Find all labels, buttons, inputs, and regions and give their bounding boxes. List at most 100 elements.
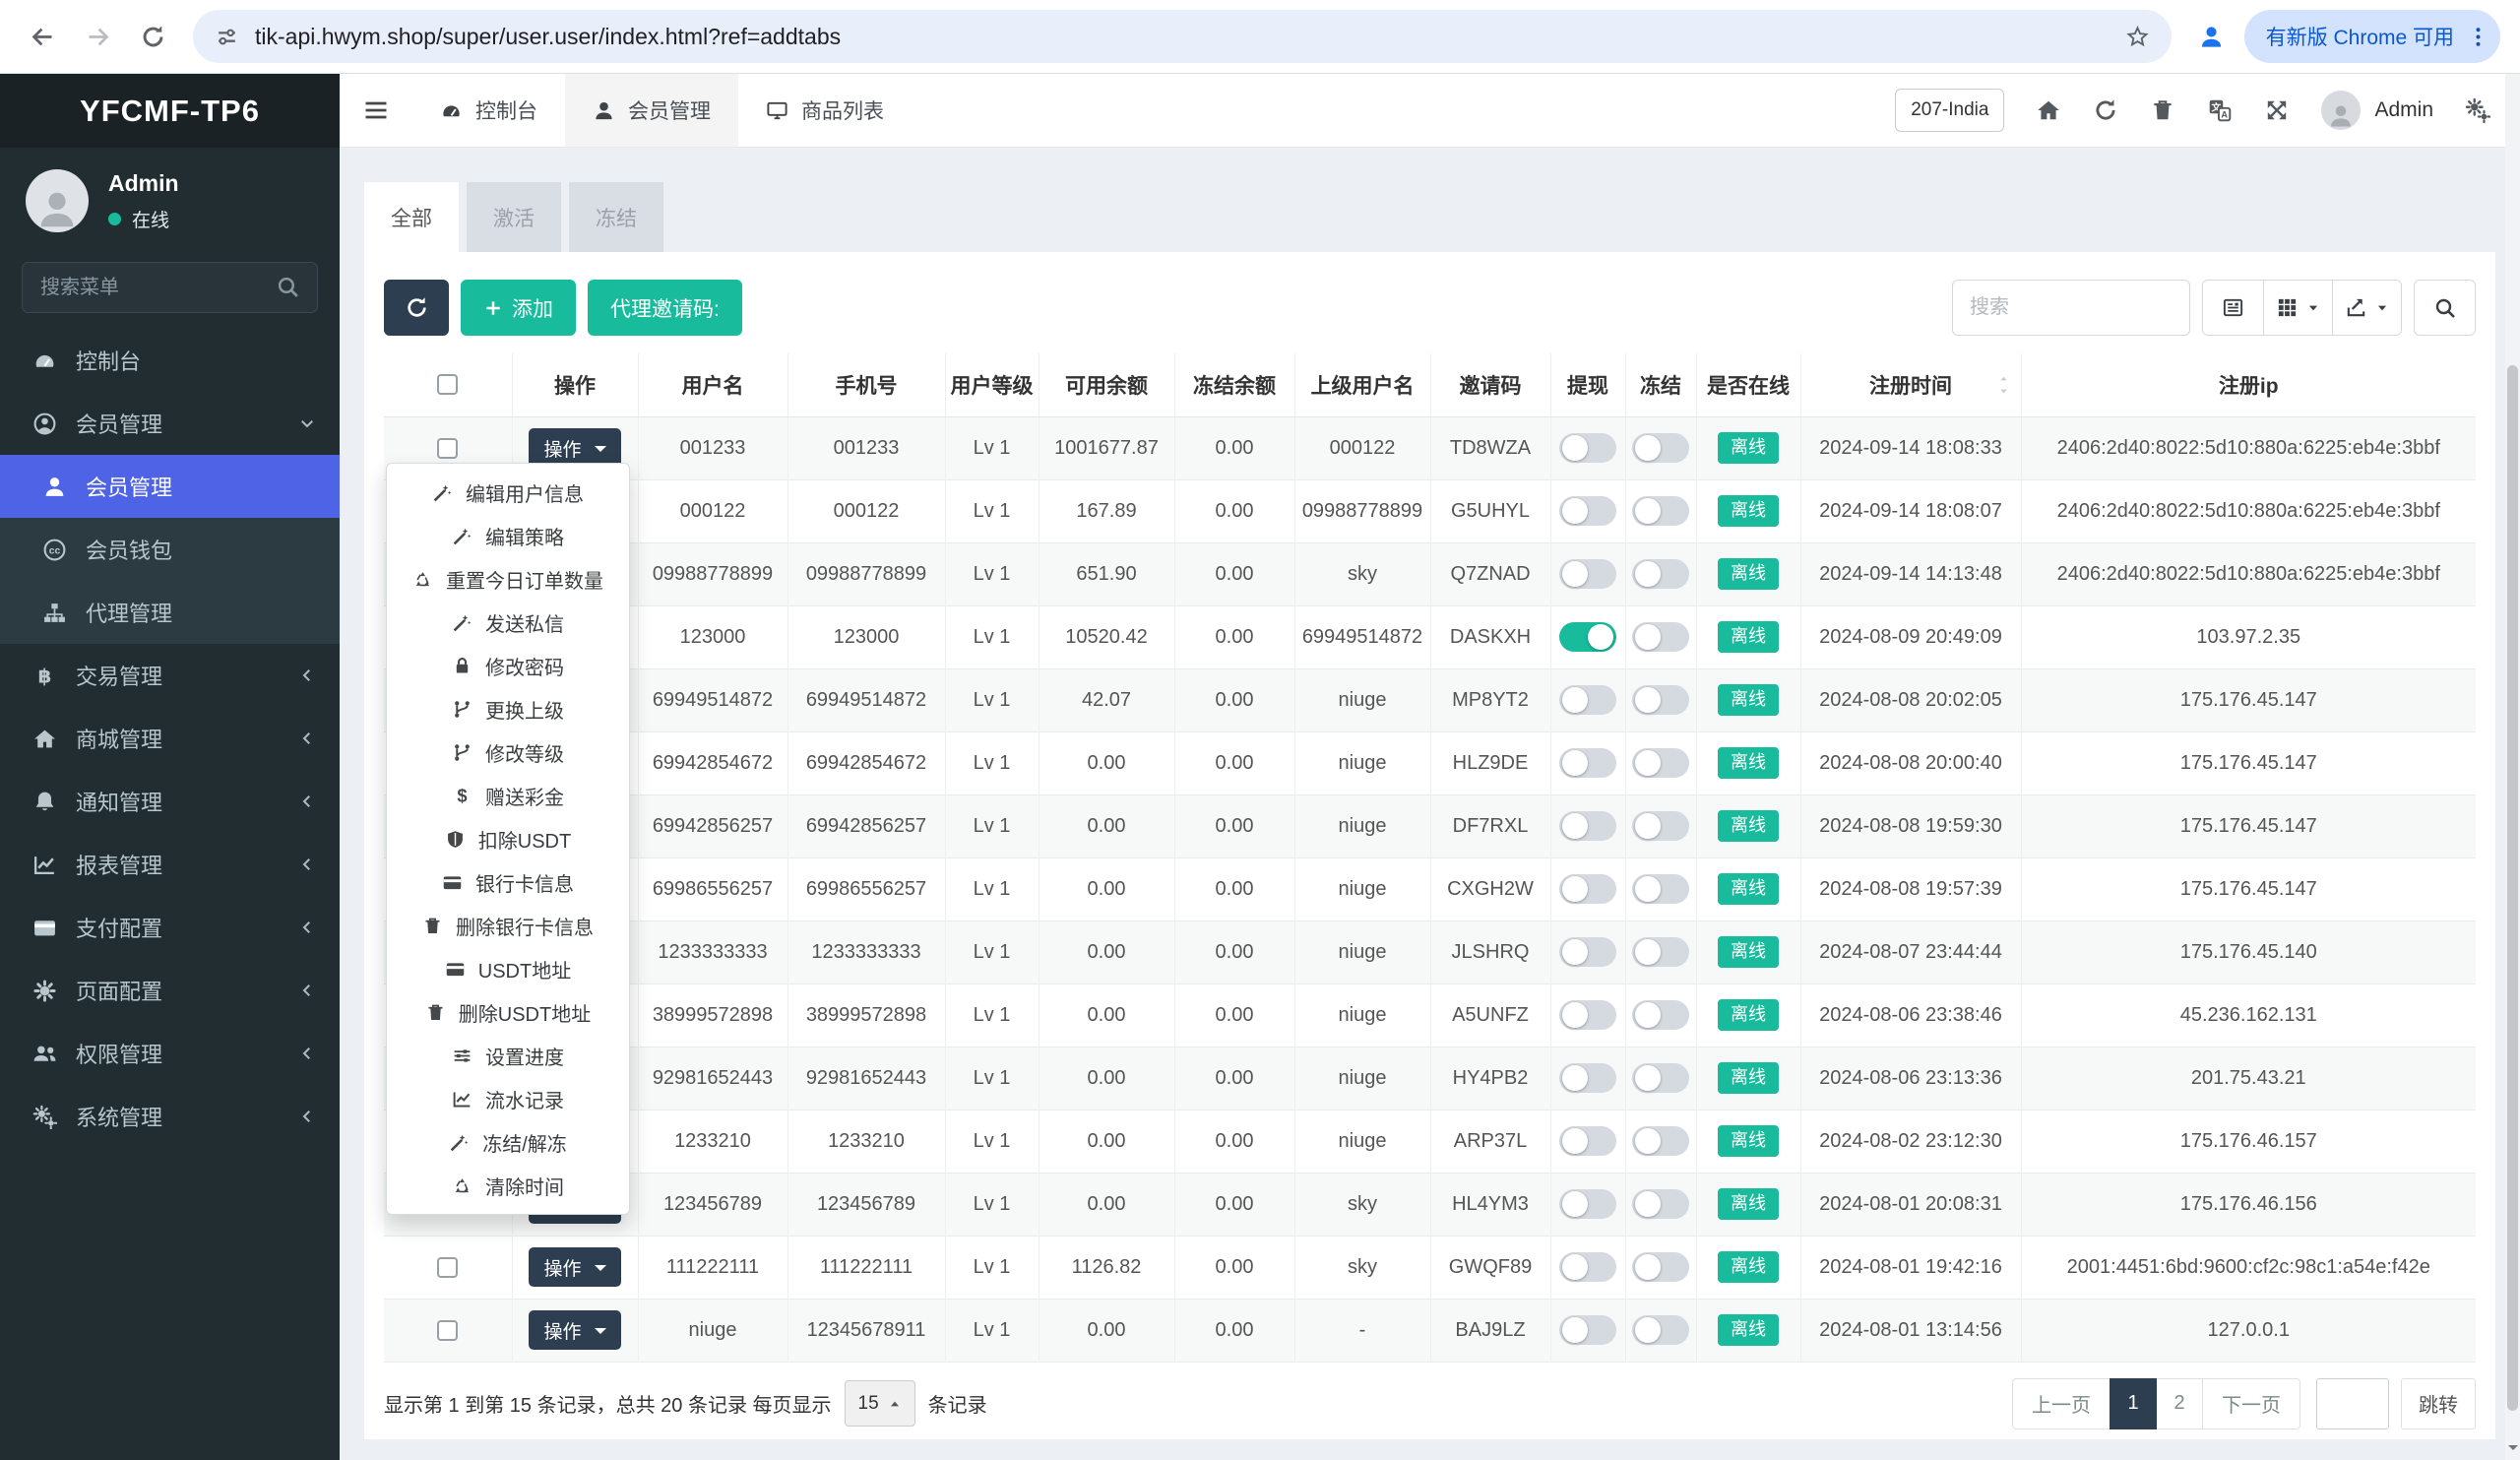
nav-tab[interactable]: 控制台 [412, 74, 565, 147]
withdraw-toggle[interactable] [1559, 811, 1616, 841]
sidebar-item[interactable]: 控制台 [0, 329, 340, 392]
url-bar[interactable]: tik-api.hwym.shop/super/user.user/index.… [193, 10, 2172, 63]
sidebar-search-input[interactable] [22, 262, 318, 313]
freeze-toggle[interactable] [1632, 622, 1689, 652]
filter-tab[interactable]: 全部 [364, 182, 459, 252]
dropdown-item[interactable]: 修改密码 [387, 644, 629, 687]
sidebar-item[interactable]: 通知管理 [0, 770, 340, 833]
op-dropdown-button[interactable]: 操作 [529, 428, 621, 468]
freeze-toggle[interactable] [1632, 874, 1689, 904]
filter-tab[interactable]: 激活 [467, 182, 561, 252]
refresh-icon[interactable] [2093, 97, 2118, 123]
translate-icon[interactable]: 文A [2207, 97, 2233, 123]
withdraw-toggle[interactable] [1559, 937, 1616, 967]
nav-tab[interactable]: 商品列表 [738, 74, 912, 147]
sidebar-item[interactable]: ฿ 交易管理 [0, 644, 340, 707]
withdraw-toggle[interactable] [1559, 1000, 1616, 1030]
op-dropdown-button[interactable]: 操作 [529, 1310, 621, 1350]
nav-tab[interactable]: 会员管理 [565, 74, 738, 147]
freeze-toggle[interactable] [1632, 433, 1689, 463]
freeze-toggle[interactable] [1632, 1252, 1689, 1282]
detail-view-button[interactable] [2203, 281, 2264, 335]
sidebar-item[interactable]: 代理管理 [0, 581, 340, 644]
navbar-user-menu[interactable]: Admin [2321, 91, 2433, 130]
dropdown-item[interactable]: 银行卡信息 [387, 860, 629, 904]
browser-reload-icon[interactable] [130, 14, 175, 59]
sidebar-item[interactable]: 权限管理 [0, 1022, 340, 1085]
sidebar-item[interactable]: 系统管理 [0, 1085, 340, 1148]
trash-icon[interactable] [2150, 97, 2175, 123]
dropdown-item[interactable]: 删除银行卡信息 [387, 904, 629, 947]
filter-tab[interactable]: 冻结 [569, 182, 663, 252]
dropdown-item[interactable]: 修改等级 [387, 730, 629, 774]
page-number-button[interactable]: 2 [2156, 1377, 2203, 1429]
site-info-icon[interactable] [215, 25, 239, 49]
freeze-toggle[interactable] [1632, 496, 1689, 526]
scrollbar[interactable] [2505, 74, 2520, 1460]
prev-page-button[interactable]: 上一页 [2012, 1377, 2110, 1429]
search-submit-button[interactable] [2414, 280, 2476, 336]
page-size-select[interactable]: 15 [844, 1380, 915, 1427]
freeze-toggle[interactable] [1632, 559, 1689, 589]
table-search-input[interactable] [1952, 280, 2190, 336]
select-all-checkbox[interactable] [437, 374, 459, 396]
sort-control[interactable] [1996, 373, 2011, 397]
env-button[interactable]: 207-India [1895, 89, 2005, 132]
page-number-button[interactable]: 1 [2110, 1377, 2157, 1429]
freeze-toggle[interactable] [1632, 748, 1689, 778]
withdraw-toggle[interactable] [1559, 559, 1616, 589]
dropdown-item[interactable]: USDT地址 [387, 947, 629, 990]
withdraw-toggle[interactable] [1559, 496, 1616, 526]
dropdown-item[interactable]: $ 赠送彩金 [387, 774, 629, 817]
browser-back-icon[interactable] [20, 14, 65, 59]
withdraw-toggle[interactable] [1559, 1126, 1616, 1156]
dropdown-item[interactable]: 编辑用户信息 [387, 471, 629, 514]
dropdown-item[interactable]: 清除时间 [387, 1164, 629, 1207]
sidebar-item[interactable]: 页面配置 [0, 959, 340, 1022]
browser-forward-icon[interactable] [75, 14, 120, 59]
freeze-toggle[interactable] [1632, 1126, 1689, 1156]
row-checkbox[interactable] [437, 1256, 459, 1278]
freeze-toggle[interactable] [1632, 1000, 1689, 1030]
columns-button[interactable] [2264, 281, 2333, 335]
jump-page-input[interactable] [2316, 1377, 2389, 1429]
sidebar-item[interactable]: 会员管理 [0, 455, 340, 518]
sidebar-toggle-icon[interactable] [340, 74, 412, 147]
add-button[interactable]: 添加 [461, 280, 576, 336]
withdraw-toggle[interactable] [1559, 622, 1616, 652]
dropdown-item[interactable]: 扣除USDT [387, 817, 629, 860]
withdraw-toggle[interactable] [1559, 1315, 1616, 1345]
freeze-toggle[interactable] [1632, 1315, 1689, 1345]
bookmark-star-icon[interactable] [2125, 25, 2150, 49]
op-dropdown-button[interactable]: 操作 [529, 1247, 621, 1287]
scrollbar-down-arrow[interactable] [2508, 1445, 2518, 1455]
agent-invite-code-button[interactable]: 代理邀请码: [588, 280, 742, 336]
jump-button[interactable]: 跳转 [2401, 1377, 2476, 1429]
refresh-table-button[interactable] [384, 280, 449, 336]
select-all-header[interactable] [384, 353, 512, 417]
dropdown-item[interactable]: 流水记录 [387, 1077, 629, 1120]
sidebar-item[interactable]: 会员管理 [0, 392, 340, 455]
freeze-toggle[interactable] [1632, 1189, 1689, 1219]
fullscreen-icon[interactable] [2264, 97, 2290, 123]
column-header[interactable]: 注册时间 [1799, 353, 2021, 417]
withdraw-toggle[interactable] [1559, 1252, 1616, 1282]
dropdown-item[interactable]: 发送私信 [387, 601, 629, 644]
row-checkbox[interactable] [437, 437, 459, 459]
withdraw-toggle[interactable] [1559, 685, 1616, 715]
next-page-button[interactable]: 下一页 [2202, 1377, 2300, 1429]
sidebar-item[interactable]: 商城管理 [0, 707, 340, 770]
dropdown-item[interactable]: 编辑策略 [387, 514, 629, 557]
freeze-toggle[interactable] [1632, 685, 1689, 715]
chrome-update-button[interactable]: 有新版 Chrome 可用 [2243, 10, 2500, 63]
sidebar-item[interactable]: 报表管理 [0, 833, 340, 896]
dropdown-item[interactable]: 更换上级 [387, 687, 629, 730]
browser-menu-icon[interactable] [2466, 25, 2490, 49]
home-icon[interactable] [2036, 97, 2061, 123]
scrollbar-thumb[interactable] [2507, 365, 2518, 1411]
withdraw-toggle[interactable] [1559, 1063, 1616, 1093]
withdraw-toggle[interactable] [1559, 433, 1616, 463]
export-button[interactable] [2333, 281, 2401, 335]
dropdown-item[interactable]: 重置今日订单数量 [387, 557, 629, 601]
dropdown-item[interactable]: 删除USDT地址 [387, 990, 629, 1034]
